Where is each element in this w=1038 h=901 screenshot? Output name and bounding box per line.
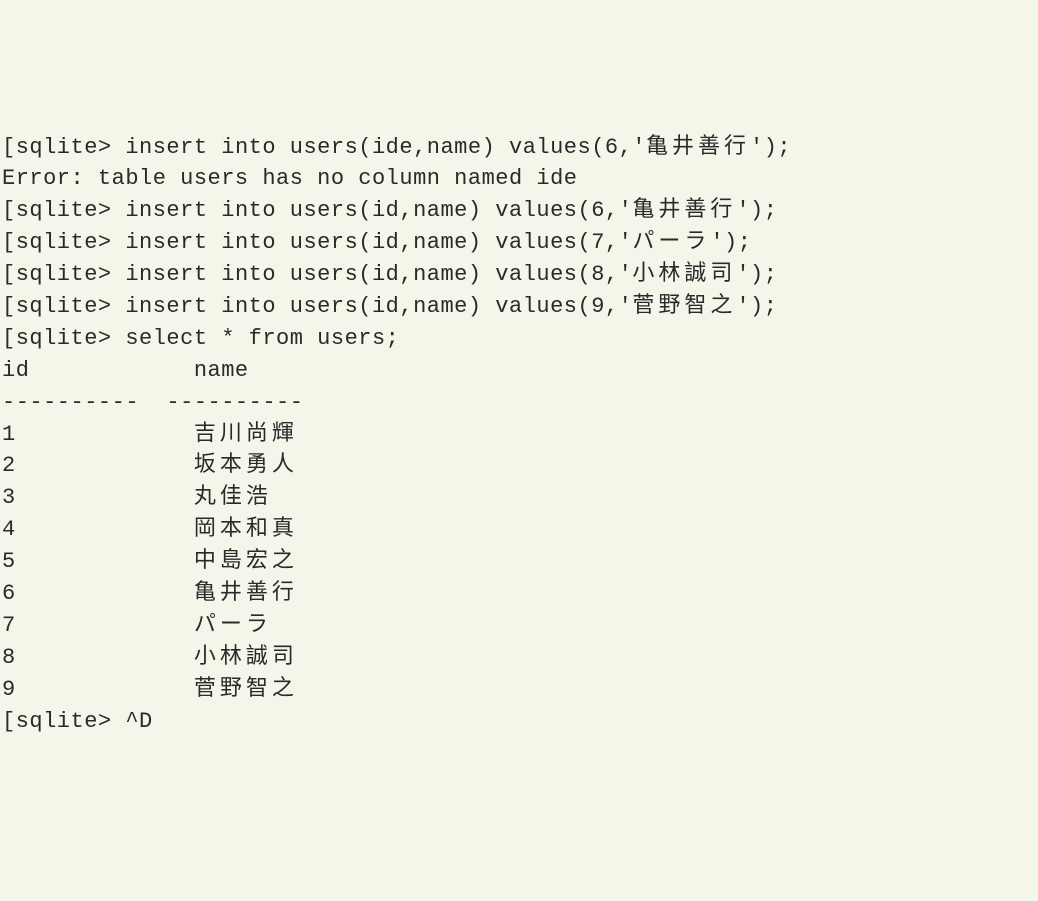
result-name: 亀井善行 [194,581,298,606]
result-row: 2 坂本勇人 [2,450,1038,482]
sql-command-suffix: '); [736,294,777,319]
result-row: 8 小林誠司 [2,642,1038,674]
exit-command: ^D [125,709,152,734]
terminal-exit-line: [sqlite> ^D [2,706,1038,738]
result-id: 6 [2,581,194,606]
sql-command: insert into users(ide,name) values(6,' [125,135,646,160]
prompt-bracket: [ [2,198,16,223]
result-name: 丸佳浩 [194,485,272,510]
sql-command-suffix: '); [736,198,777,223]
sql-value-cjk: 小林誠司 [632,262,736,287]
sqlite-prompt: sqlite> [16,326,126,351]
sql-value-cjk: パーラ [632,230,710,255]
terminal-command-line: [sqlite> insert into users(id,name) valu… [2,259,1038,291]
sqlite-prompt: sqlite> [16,135,126,160]
prompt-bracket: [ [2,326,16,351]
sqlite-prompt: sqlite> [16,709,126,734]
terminal-command-line: [sqlite> insert into users(id,name) valu… [2,227,1038,259]
sql-value-cjk: 菅野智之 [632,294,736,319]
sql-command-suffix: '); [736,262,777,287]
sql-command: insert into users(id,name) values(7,' [125,230,632,255]
prompt-bracket: [ [2,230,16,255]
sqlite-prompt: sqlite> [16,198,126,223]
result-header-line: id name [2,355,1038,387]
sql-command: insert into users(id,name) values(8,' [125,262,632,287]
sql-command: insert into users(id,name) values(6,' [125,198,632,223]
result-id: 4 [2,517,194,542]
terminal-command-line: [sqlite> insert into users(ide,name) val… [2,132,1038,164]
terminal-output[interactable]: [sqlite> insert into users(ide,name) val… [2,132,1038,738]
sql-command: insert into users(id,name) values(9,' [125,294,632,319]
result-id: 3 [2,485,194,510]
sqlite-prompt: sqlite> [16,262,126,287]
sql-value-cjk: 亀井善行 [632,198,736,223]
sqlite-prompt: sqlite> [16,230,126,255]
result-name: 坂本勇人 [194,453,298,478]
prompt-bracket: [ [2,262,16,287]
sql-command-suffix: '); [710,230,751,255]
result-row: 9 菅野智之 [2,674,1038,706]
result-name: 小林誠司 [194,645,298,670]
result-name: 岡本和真 [194,517,298,542]
result-id: 7 [2,613,194,638]
prompt-bracket: [ [2,294,16,319]
terminal-command-line: [sqlite> select * from users; [2,323,1038,355]
result-separator-line: ---------- ---------- [2,387,1038,419]
result-name: 吉川尚輝 [194,422,298,447]
sqlite-prompt: sqlite> [16,294,126,319]
result-row: 5 中島宏之 [2,546,1038,578]
prompt-bracket: [ [2,135,16,160]
result-row: 3 丸佳浩 [2,482,1038,514]
result-id: 5 [2,549,194,574]
result-id: 8 [2,645,194,670]
result-row: 1 吉川尚輝 [2,419,1038,451]
terminal-command-line: [sqlite> insert into users(id,name) valu… [2,291,1038,323]
result-header: id name [2,358,249,383]
terminal-command-line: [sqlite> insert into users(id,name) valu… [2,195,1038,227]
result-row: 4 岡本和真 [2,514,1038,546]
error-message: Error: table users has no column named i… [2,166,578,191]
result-name: 中島宏之 [194,549,298,574]
sql-command-suffix: '); [750,135,791,160]
result-id: 2 [2,453,194,478]
result-row: 7 パーラ [2,610,1038,642]
prompt-bracket: [ [2,709,16,734]
result-name: パーラ [194,613,272,638]
result-id: 9 [2,677,194,702]
terminal-error-line: Error: table users has no column named i… [2,163,1038,195]
result-id: 1 [2,422,194,447]
sql-command: select * from users; [125,326,399,351]
result-separator: ---------- ---------- [2,390,303,415]
sql-value-cjk: 亀井善行 [646,135,750,160]
result-row: 6 亀井善行 [2,578,1038,610]
result-name: 菅野智之 [194,677,298,702]
